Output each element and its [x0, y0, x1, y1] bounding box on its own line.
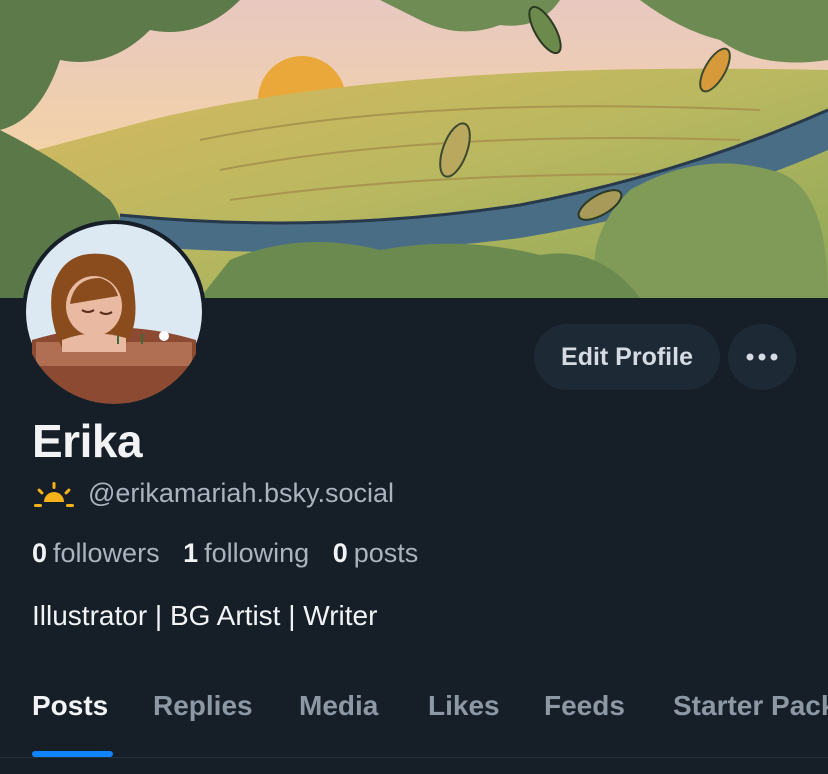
followers-label: followers: [53, 538, 160, 568]
edit-profile-button[interactable]: Edit Profile: [534, 324, 720, 390]
followers-count: 0: [32, 538, 48, 568]
handle[interactable]: @erikamariah.bsky.social: [88, 478, 394, 509]
posts-count: 0: [332, 538, 348, 568]
ellipsis-icon: [746, 353, 778, 361]
edit-profile-label: Edit Profile: [561, 342, 693, 371]
following-count: 1: [183, 538, 199, 568]
avatar[interactable]: [22, 220, 206, 404]
followers-stat[interactable]: 0 followers: [32, 538, 160, 568]
tabs-divider: [0, 757, 828, 758]
following-stat[interactable]: 1 following: [183, 538, 309, 568]
tab-feeds[interactable]: Feeds: [544, 690, 625, 722]
more-options-button[interactable]: [728, 324, 796, 390]
display-name: Erika: [32, 415, 143, 467]
tab-replies[interactable]: Replies: [153, 690, 253, 722]
following-label: following: [204, 538, 310, 568]
sunrise-icon: [34, 481, 74, 507]
tab-posts[interactable]: Posts: [32, 690, 108, 722]
profile-tabs: Posts Replies Media Likes Feeds Starter …: [0, 690, 828, 758]
posts-stat: 0 posts: [333, 538, 419, 568]
tab-starter-packs[interactable]: Starter Packs: [673, 690, 828, 722]
tab-likes[interactable]: Likes: [428, 690, 500, 722]
handle-row: @erikamariah.bsky.social: [34, 478, 394, 509]
avatar-illustration: [26, 224, 202, 404]
posts-label: posts: [353, 538, 419, 568]
profile-bio: Illustrator | BG Artist | Writer: [32, 600, 378, 631]
tab-media[interactable]: Media: [299, 690, 378, 722]
profile-stats: 0 followers 1 following 0 posts: [32, 538, 434, 569]
